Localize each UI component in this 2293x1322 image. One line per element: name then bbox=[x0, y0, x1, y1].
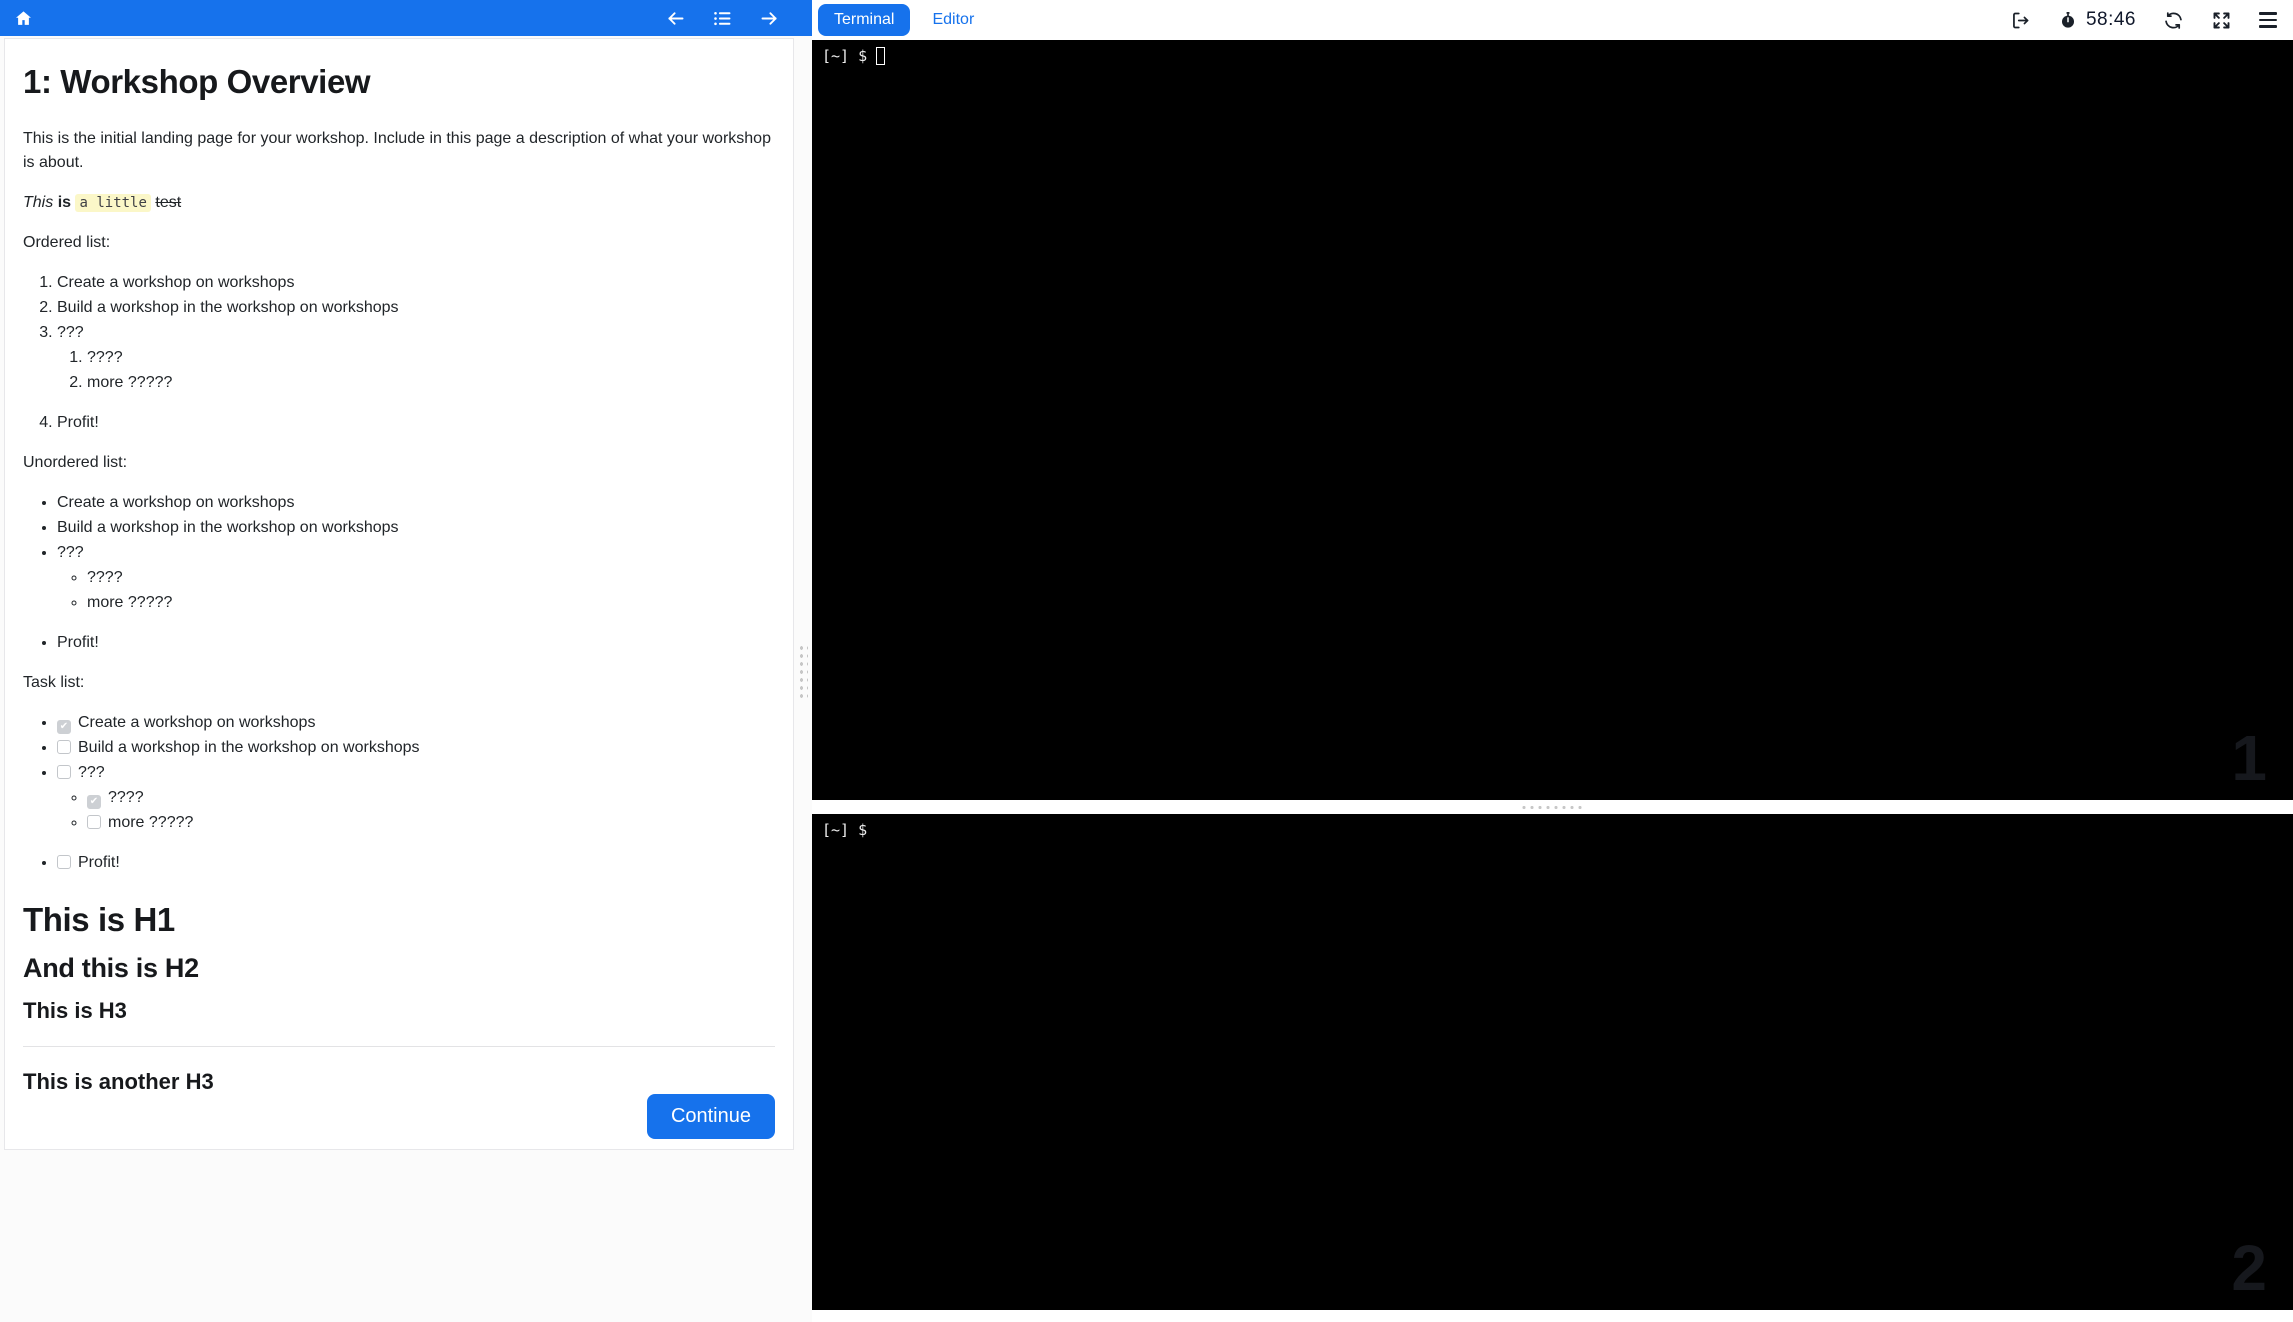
italic-text: This bbox=[23, 194, 54, 211]
menu-button[interactable] bbox=[2259, 12, 2277, 28]
horizontal-rule bbox=[23, 1046, 775, 1047]
intro-paragraph: This is the initial landing page for you… bbox=[23, 130, 771, 171]
tab-editor[interactable]: Editor bbox=[932, 11, 974, 29]
table-of-contents-button[interactable] bbox=[712, 8, 733, 29]
nested-unordered-list: ???? more ????? bbox=[57, 566, 775, 615]
list-item: ???? bbox=[87, 566, 775, 590]
task-item: Create a workshop on workshops bbox=[57, 711, 775, 735]
instructions-header-bar bbox=[0, 0, 812, 36]
terminal-prompt: [~] $ bbox=[822, 47, 868, 65]
workshop-page-content: 1: Workshop Overview This is the initial… bbox=[4, 38, 794, 1150]
session-timer: 58:46 bbox=[2058, 9, 2136, 31]
list-item: Create a workshop on workshops bbox=[57, 271, 775, 295]
checkbox-checked[interactable] bbox=[57, 720, 71, 734]
arrow-left-icon bbox=[665, 8, 686, 29]
page-title: 1: Workshop Overview bbox=[23, 63, 371, 100]
terminal-prompt: [~] $ bbox=[822, 821, 868, 839]
list-item: Build a workshop in the workshop on work… bbox=[57, 516, 775, 540]
demo-h3-second: This is another H3 bbox=[23, 1069, 214, 1094]
nested-task-list: ???? more ????? bbox=[57, 786, 775, 835]
nested-ordered-list: ???? more ????? bbox=[57, 346, 775, 395]
task-item: Profit! bbox=[57, 851, 775, 875]
list-item: Create a workshop on workshops bbox=[57, 491, 775, 515]
next-page-button[interactable] bbox=[759, 8, 780, 29]
demo-h2: And this is H2 bbox=[23, 953, 199, 983]
list-item: more ????? bbox=[87, 591, 775, 615]
task-list: Create a workshop on workshops Build a w… bbox=[23, 711, 775, 875]
task-list-label: Task list: bbox=[23, 674, 85, 691]
list-toc-icon bbox=[712, 8, 733, 29]
task-item: more ????? bbox=[87, 811, 775, 835]
list-item: ??? ???? more ????? bbox=[57, 321, 775, 395]
checkbox-unchecked[interactable] bbox=[57, 855, 71, 869]
sign-out-button[interactable] bbox=[2010, 10, 2031, 31]
terminal-session-1[interactable]: [~] $ 1 bbox=[812, 40, 2293, 800]
checkbox-checked[interactable] bbox=[87, 795, 101, 809]
ordered-list-label: Ordered list: bbox=[23, 234, 111, 251]
workspace-panel: Terminal Editor 58:46 [~] $ 1 [~] $ 2 bbox=[812, 0, 2293, 1322]
list-item: more ????? bbox=[87, 371, 775, 395]
list-item: Build a workshop in the workshop on work… bbox=[57, 296, 775, 320]
sign-out-icon bbox=[2010, 10, 2031, 31]
arrow-right-icon bbox=[759, 8, 780, 29]
fullscreen-icon bbox=[2211, 10, 2232, 31]
unordered-list: Create a workshop on workshops Build a w… bbox=[23, 491, 775, 655]
terminal-watermark: 1 bbox=[2231, 722, 2267, 794]
refresh-icon bbox=[2163, 10, 2184, 31]
terminal-watermark: 2 bbox=[2231, 1232, 2267, 1304]
demo-h1: This is H1 bbox=[23, 901, 175, 938]
bottom-spacer bbox=[812, 1310, 2293, 1322]
continue-button[interactable]: Continue bbox=[646, 1094, 775, 1139]
workshop-instructions-panel: 1: Workshop Overview This is the initial… bbox=[0, 0, 812, 1322]
home-icon bbox=[14, 9, 33, 28]
panel-resize-handle[interactable] bbox=[798, 644, 808, 702]
timer-value: 58:46 bbox=[2085, 9, 2136, 30]
demo-h3: This is H3 bbox=[23, 998, 127, 1023]
fullscreen-button[interactable] bbox=[2211, 10, 2232, 31]
terminal-resize-handle[interactable] bbox=[1519, 803, 1586, 811]
list-item: Profit! bbox=[57, 411, 775, 435]
checkbox-unchecked[interactable] bbox=[87, 815, 101, 829]
task-item: ??? ???? more ????? bbox=[57, 761, 775, 835]
bold-text: is bbox=[57, 194, 72, 211]
strikethrough-text: test bbox=[155, 194, 182, 211]
terminal-split-gutter bbox=[812, 800, 2293, 814]
refresh-button[interactable] bbox=[2163, 10, 2184, 31]
home-button[interactable] bbox=[14, 9, 33, 28]
workspace-toolbar: Terminal Editor 58:46 bbox=[812, 0, 2293, 40]
unordered-list-label: Unordered list: bbox=[23, 454, 128, 471]
terminal-cursor bbox=[876, 47, 886, 65]
ordered-list: Create a workshop on workshops Build a w… bbox=[23, 271, 775, 435]
previous-page-button[interactable] bbox=[665, 8, 686, 29]
menu-icon bbox=[2259, 12, 2277, 15]
terminal-session-2[interactable]: [~] $ 2 bbox=[812, 814, 2293, 1310]
terminal-prompt-line: [~] $ bbox=[822, 821, 2283, 839]
terminal-prompt-line: [~] $ bbox=[822, 47, 2283, 65]
task-item: Build a workshop in the workshop on work… bbox=[57, 736, 775, 760]
list-item: Profit! bbox=[57, 631, 775, 655]
list-item: ??? ???? more ????? bbox=[57, 541, 775, 615]
stopwatch-icon bbox=[2058, 10, 2078, 30]
tab-terminal[interactable]: Terminal bbox=[818, 4, 911, 36]
inline-code: a little bbox=[75, 194, 151, 212]
task-item: ???? bbox=[87, 786, 775, 810]
styled-text-paragraph: This is a little test bbox=[23, 191, 775, 215]
checkbox-unchecked[interactable] bbox=[57, 740, 71, 754]
list-item: ???? bbox=[87, 346, 775, 370]
checkbox-unchecked[interactable] bbox=[57, 765, 71, 779]
